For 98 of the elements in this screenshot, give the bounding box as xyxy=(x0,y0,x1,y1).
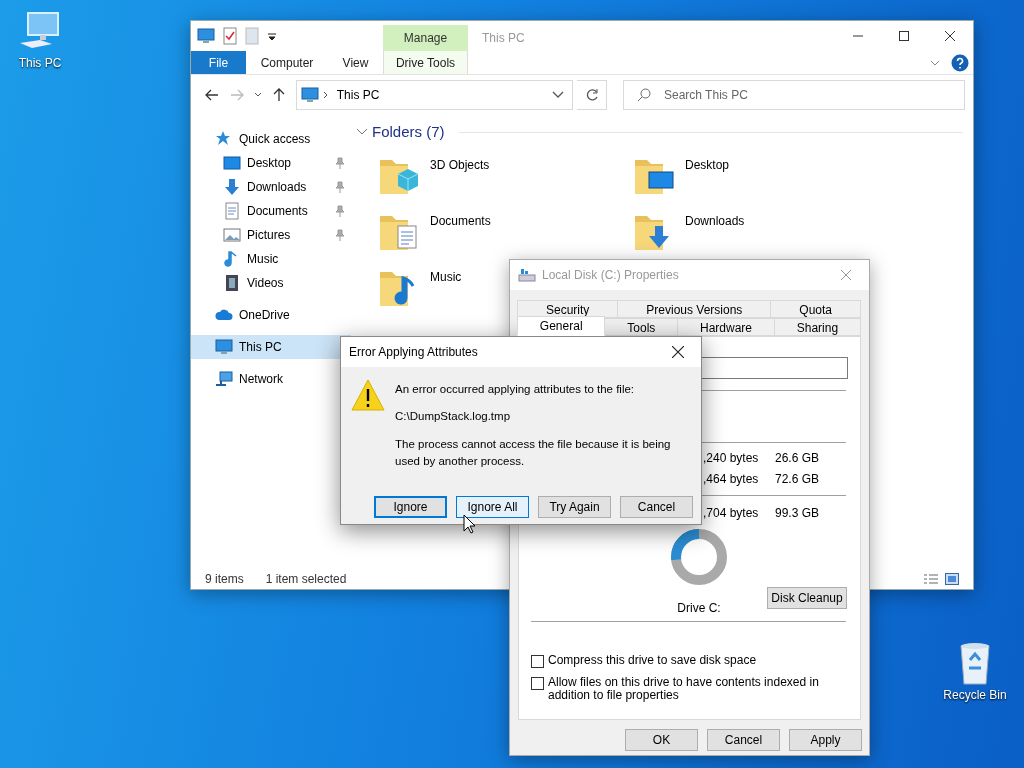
byte-count: ,704 bytes xyxy=(703,504,760,522)
checkbox[interactable] xyxy=(531,655,544,668)
nav-item[interactable]: Desktop xyxy=(191,151,351,175)
nav-item[interactable]: Network xyxy=(191,367,351,391)
dialog-button[interactable]: Cancel xyxy=(707,729,780,751)
folder-label[interactable]: Desktop xyxy=(685,155,730,174)
refresh-icon xyxy=(584,88,599,102)
nav-label: Music xyxy=(247,251,279,268)
nav-item[interactable]: OneDrive xyxy=(191,303,351,327)
tiles-view-icon[interactable] xyxy=(945,573,959,585)
size-value: 99.3 GB xyxy=(775,504,821,522)
tab[interactable]: Tools xyxy=(604,318,679,336)
address-bar[interactable]: This PC xyxy=(295,80,574,110)
back-arrow-icon xyxy=(204,89,219,101)
nav-item[interactable]: Music xyxy=(191,247,351,271)
nav-label: Downloads xyxy=(247,179,307,196)
drive-icon xyxy=(518,268,536,282)
dialog-button[interactable]: Ignore All xyxy=(456,496,529,518)
nav-item[interactable]: Videos xyxy=(191,271,351,295)
dialog-button[interactable]: Apply xyxy=(789,729,862,751)
nav-item[interactable]: Quick access xyxy=(191,127,351,151)
dialog-title: Error Applying Attributes xyxy=(349,344,479,361)
nav-label: Pictures xyxy=(247,227,291,244)
nav-label: Network xyxy=(239,371,283,388)
warning-icon xyxy=(351,379,385,411)
size-value: 26.6 GB xyxy=(775,449,821,467)
nav-item[interactable]: Pictures xyxy=(191,223,351,247)
dialog-button[interactable]: Ignore xyxy=(374,496,447,518)
close-icon xyxy=(672,346,684,358)
section-heading[interactable]: Folders (7) xyxy=(372,121,445,144)
nav-label: OneDrive xyxy=(239,307,290,324)
dialog-button[interactable]: OK xyxy=(625,729,698,751)
dropdown-icon[interactable] xyxy=(267,31,277,41)
search-field[interactable]: Search This PC xyxy=(623,80,965,110)
checklist-icon[interactable] xyxy=(223,27,237,45)
chevron-down-icon xyxy=(254,92,263,98)
computer-icon xyxy=(197,27,215,45)
window-title: This PC xyxy=(482,30,526,47)
close-icon xyxy=(945,31,955,41)
status-text: 1 item selected xyxy=(265,571,347,588)
refresh-button[interactable] xyxy=(577,80,607,110)
size-value: 72.6 GB xyxy=(775,470,821,488)
help-icon[interactable] xyxy=(951,53,969,72)
download-arrow-icon xyxy=(223,178,241,196)
tab[interactable]: Previous Versions xyxy=(617,300,772,318)
nav-label: Desktop xyxy=(247,155,292,172)
drive-label: Drive C: xyxy=(677,600,721,617)
folder-label[interactable]: 3D Objects xyxy=(430,155,490,174)
search-icon xyxy=(637,88,651,102)
folder-label[interactable]: Downloads xyxy=(685,211,745,230)
error-detail: The process cannot access the file because it is being used by another process. xyxy=(395,436,672,469)
tab[interactable]: General xyxy=(517,316,606,336)
desktop-icon xyxy=(223,154,241,172)
up-arrow-icon xyxy=(272,88,285,102)
picture-icon xyxy=(223,226,241,244)
tab[interactable]: Quota xyxy=(770,300,861,318)
nav-label: This PC xyxy=(239,339,282,356)
checkbox-label: Compress this drive to save disk space xyxy=(548,654,757,667)
nav-item[interactable]: This PC xyxy=(191,335,351,359)
file-path: C:\DumpStack.log.tmp xyxy=(395,409,512,425)
ribbon-tab[interactable]: Drive Tools xyxy=(383,51,468,74)
breadcrumb-chevron-icon xyxy=(322,91,329,99)
tab[interactable]: Hardware xyxy=(677,318,775,336)
nav-item[interactable]: Documents xyxy=(191,199,351,223)
dialog-button[interactable]: Cancel xyxy=(620,496,693,518)
byte-count: ,464 bytes xyxy=(703,470,760,488)
nav-item[interactable]: Downloads xyxy=(191,175,351,199)
mouse-pointer-icon xyxy=(463,514,476,534)
chevron-down-icon[interactable] xyxy=(552,91,565,99)
computer-icon xyxy=(215,338,233,356)
window-title: Local Disk (C:) Properties xyxy=(542,267,680,284)
usage-donut xyxy=(669,527,729,587)
close-icon xyxy=(841,270,851,280)
address-text: This PC xyxy=(336,87,381,104)
folder-label[interactable]: Music xyxy=(430,267,462,286)
context-tab[interactable]: Manage xyxy=(383,25,468,51)
disk-cleanup-button[interactable]: Disk Cleanup xyxy=(767,587,847,609)
status-text: 9 items xyxy=(205,571,244,588)
computer-icon xyxy=(300,86,319,104)
nav-label: Quick access xyxy=(239,131,311,148)
film-icon xyxy=(223,274,241,292)
checkbox[interactable] xyxy=(531,677,544,690)
dialog-button[interactable]: Try Again xyxy=(538,496,611,518)
error-message: An error occurred applying attributes to the file: xyxy=(395,382,636,397)
forward-arrow-icon xyxy=(230,89,245,101)
folder-label[interactable]: Documents xyxy=(430,211,491,230)
ribbon-tab[interactable]: Computer xyxy=(246,51,328,74)
nav-label: Videos xyxy=(247,275,284,292)
nav-label: Documents xyxy=(247,203,308,220)
byte-count: ,240 bytes xyxy=(703,449,760,467)
document-icon xyxy=(223,202,241,220)
checkbox-label: Allow files on this drive to have contents indexed in addition to file properties xyxy=(548,676,820,702)
icon-label[interactable]: Recycle Bin xyxy=(943,686,1007,704)
maximize-icon xyxy=(899,31,909,41)
tab[interactable]: Sharing xyxy=(773,318,861,336)
ribbon-tab[interactable]: View xyxy=(328,51,383,74)
network-icon xyxy=(215,370,233,388)
ribbon-tab[interactable]: File xyxy=(191,51,246,74)
